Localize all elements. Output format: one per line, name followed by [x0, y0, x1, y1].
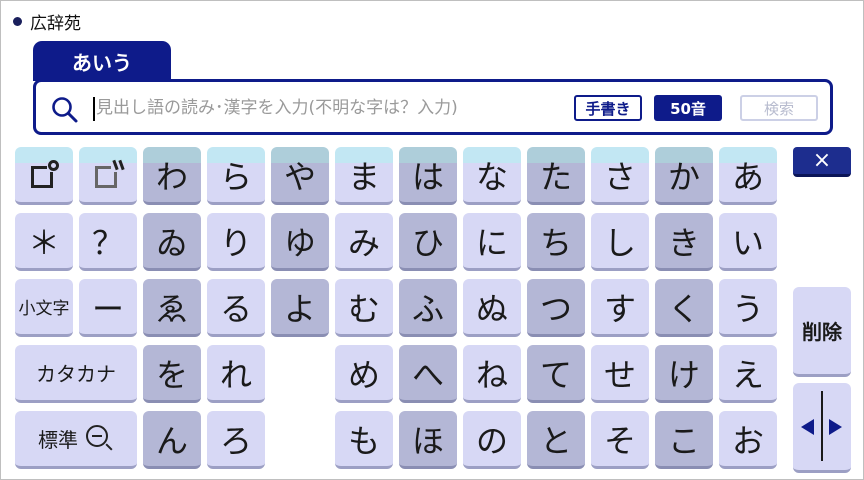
kana-key[interactable]: れ: [207, 345, 265, 403]
fifty-on-button[interactable]: 50音: [654, 95, 722, 121]
kana-key[interactable]: さ: [591, 147, 649, 205]
kana-key[interactable]: え: [719, 345, 777, 403]
kana-key[interactable]: に: [463, 213, 521, 271]
kana-key[interactable]: る: [207, 279, 265, 337]
cursor-divider: [821, 391, 823, 461]
kana-key[interactable]: も: [335, 411, 393, 469]
kana-key[interactable]: ゆ: [271, 213, 329, 271]
dictionary-title: 広辞苑: [13, 9, 81, 34]
kana-key[interactable]: す: [591, 279, 649, 337]
kana-key[interactable]: り: [207, 213, 265, 271]
kana-key[interactable]: そ: [591, 411, 649, 469]
kana-key[interactable]: な: [463, 147, 521, 205]
text-caret: [93, 97, 95, 121]
kana-key[interactable]: つ: [527, 279, 585, 337]
kana-key[interactable]: や: [271, 147, 329, 205]
kana-key[interactable]: う: [719, 279, 777, 337]
kana-key[interactable]: ち: [527, 213, 585, 271]
kana-key[interactable]: め: [335, 345, 393, 403]
arrow-right-icon: [829, 419, 842, 435]
dictionary-name: 広辞苑: [30, 13, 81, 34]
kana-key[interactable]: ふ: [399, 279, 457, 337]
standard-size-label: 標準: [38, 428, 78, 452]
kana-key[interactable]: き: [655, 213, 713, 271]
bullet-icon: [13, 16, 22, 26]
kana-key[interactable]: を: [143, 345, 201, 403]
kana-key[interactable]: か: [655, 147, 713, 205]
katakana-toggle-key[interactable]: カタカナ: [15, 345, 137, 403]
kana-key[interactable]: お: [719, 411, 777, 469]
kana-key[interactable]: む: [335, 279, 393, 337]
kana-key[interactable]: ま: [335, 147, 393, 205]
kana-key[interactable]: み: [335, 213, 393, 271]
kana-key[interactable]: よ: [271, 279, 329, 337]
kana-key[interactable]: ん: [143, 411, 201, 469]
search-box: 手書き 50音 検索: [33, 79, 833, 135]
kana-key[interactable]: あ: [719, 147, 777, 205]
handakuten-small-icon: [29, 159, 59, 190]
kana-key[interactable]: わ: [143, 147, 201, 205]
kana-key[interactable]: た: [527, 147, 585, 205]
kana-key[interactable]: て: [527, 345, 585, 403]
close-button[interactable]: ×: [793, 147, 851, 177]
kana-key[interactable]: は: [399, 147, 457, 205]
kana-key[interactable]: こ: [655, 411, 713, 469]
app-frame: 広辞苑 あいう 手書き 50音 検索 わ ら や ま は な た さ か あ ＊…: [0, 0, 864, 480]
kana-key[interactable]: ほ: [399, 411, 457, 469]
kana-key[interactable]: ゑ: [143, 279, 201, 337]
kana-key[interactable]: ぬ: [463, 279, 521, 337]
input-mode-tab[interactable]: あいう: [33, 41, 171, 81]
kana-key[interactable]: と: [527, 411, 585, 469]
handakuten-key[interactable]: [15, 147, 73, 205]
cursor-move-button[interactable]: [793, 383, 851, 473]
kana-key[interactable]: ら: [207, 147, 265, 205]
small-kana-key[interactable]: 小文字: [15, 279, 73, 337]
kana-key[interactable]: ゐ: [143, 213, 201, 271]
dakuten-small-icon: [93, 159, 125, 190]
search-button[interactable]: 検索: [740, 95, 818, 121]
magnifier-icon: [52, 97, 78, 123]
search-input[interactable]: [96, 92, 566, 124]
kana-key[interactable]: の: [463, 411, 521, 469]
wildcard-question-key[interactable]: ？: [79, 213, 137, 271]
kana-key[interactable]: し: [591, 213, 649, 271]
handwrite-button[interactable]: 手書き: [574, 95, 642, 121]
long-vowel-key[interactable]: ー: [79, 279, 137, 337]
kana-key[interactable]: ひ: [399, 213, 457, 271]
kana-key[interactable]: い: [719, 213, 777, 271]
kana-key[interactable]: せ: [591, 345, 649, 403]
zoom-out-icon: [86, 424, 114, 453]
dakuten-key[interactable]: [79, 147, 137, 205]
wildcard-asterisk-key[interactable]: ＊: [15, 213, 73, 271]
kana-key[interactable]: へ: [399, 345, 457, 403]
delete-button[interactable]: 削除: [793, 287, 851, 377]
arrow-left-icon: [801, 419, 814, 435]
kana-key[interactable]: く: [655, 279, 713, 337]
kana-key[interactable]: ね: [463, 345, 521, 403]
standard-size-key[interactable]: 標準: [15, 411, 137, 469]
kana-key[interactable]: け: [655, 345, 713, 403]
kana-key[interactable]: ろ: [207, 411, 265, 469]
